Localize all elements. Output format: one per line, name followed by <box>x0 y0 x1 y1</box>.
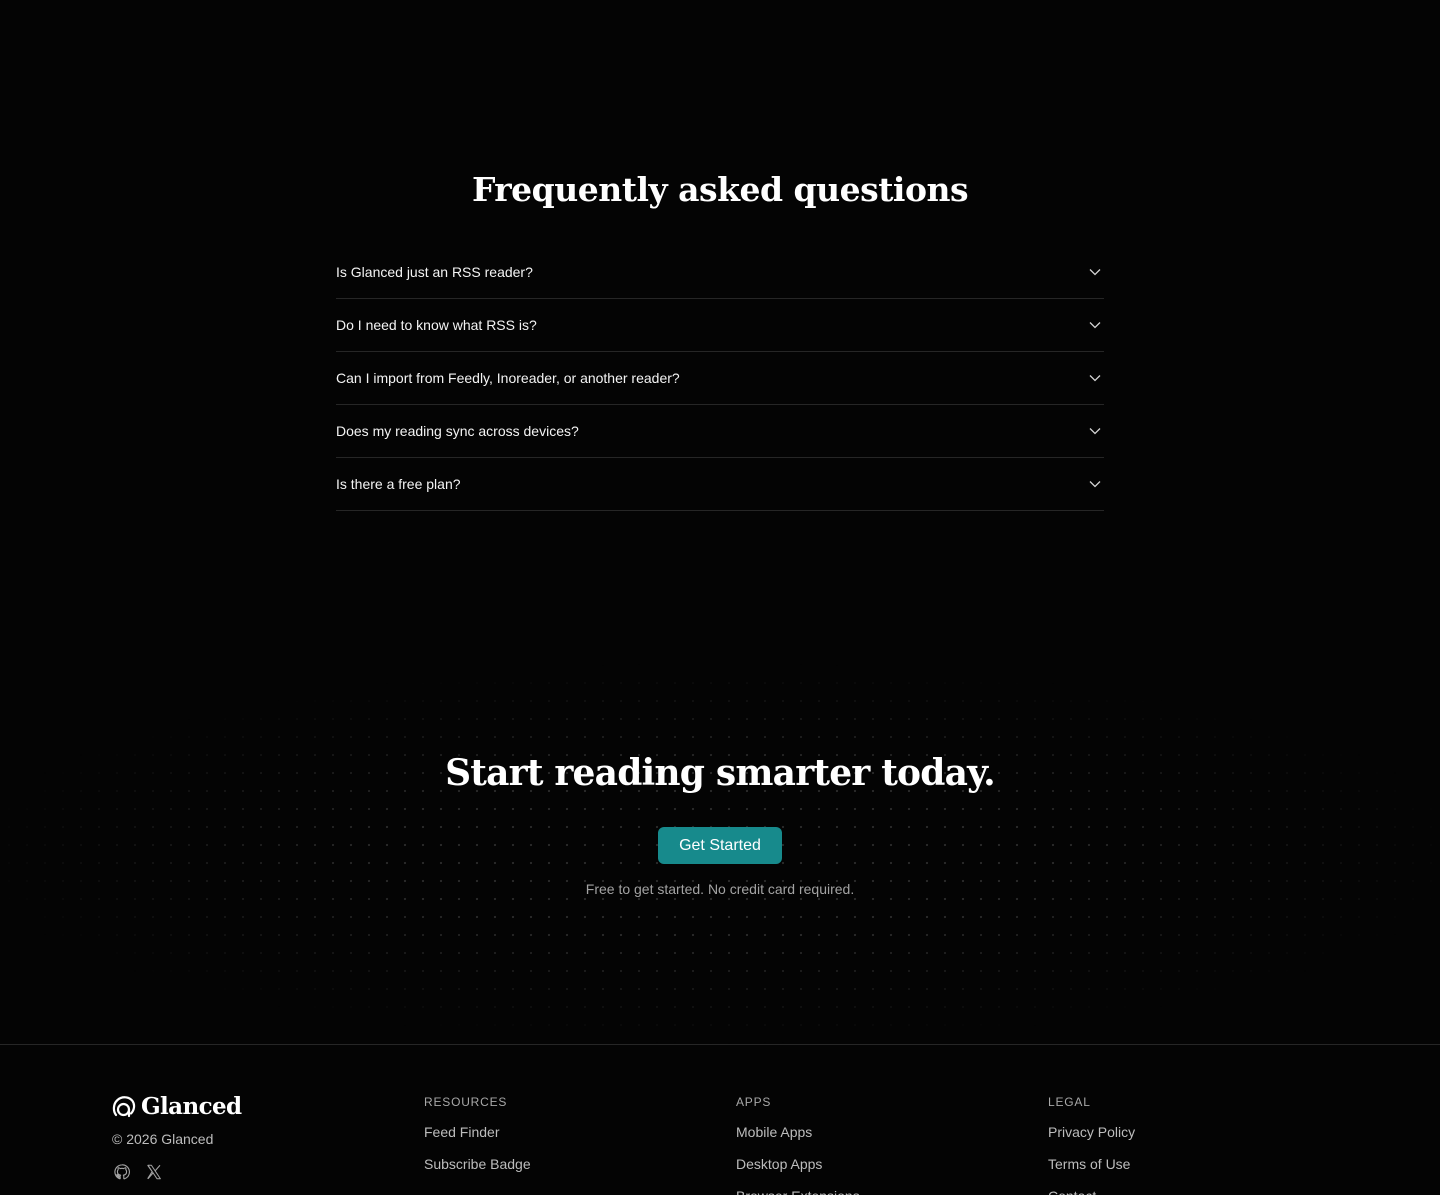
footer-column-apps: APPS Mobile Apps Desktop Apps Browser Ex… <box>736 1095 860 1195</box>
faq-item[interactable]: Does my reading sync across devices? <box>336 405 1104 458</box>
footer-link-feed-finder[interactable]: Feed Finder <box>424 1123 531 1155</box>
brand-name: Glanced <box>141 1093 242 1120</box>
footer-link-terms-of-use[interactable]: Terms of Use <box>1048 1155 1135 1187</box>
faq-question: Can I import from Feedly, Inoreader, or … <box>336 370 680 386</box>
faq-item[interactable]: Do I need to know what RSS is? <box>336 299 1104 352</box>
footer-link-privacy-policy[interactable]: Privacy Policy <box>1048 1123 1135 1155</box>
footer-column-legal: LEGAL Privacy Policy Terms of Use Contac… <box>1048 1095 1135 1195</box>
footer-link-subscribe-badge[interactable]: Subscribe Badge <box>424 1155 531 1187</box>
x-icon[interactable] <box>144 1162 164 1182</box>
chevron-down-icon[interactable] <box>1088 318 1102 332</box>
footer-brand[interactable]: Glanced <box>112 1093 242 1120</box>
faq-question: Do I need to know what RSS is? <box>336 317 537 333</box>
glanced-logo-icon <box>112 1095 136 1119</box>
column-heading: APPS <box>736 1095 772 1109</box>
footer-link-browser-extensions[interactable]: Browser Extensions <box>736 1187 860 1195</box>
column-heading: LEGAL <box>1048 1095 1091 1109</box>
chevron-down-icon[interactable] <box>1088 477 1102 491</box>
chevron-down-icon[interactable] <box>1088 424 1102 438</box>
footer-column-resources: RESOURCES Feed Finder Subscribe Badge <box>424 1095 531 1187</box>
footer-link-mobile-apps[interactable]: Mobile Apps <box>736 1123 860 1155</box>
faq-question: Is there a free plan? <box>336 476 461 492</box>
footer-link-contact[interactable]: Contact <box>1048 1187 1135 1195</box>
social-links <box>112 1162 164 1182</box>
faq-list: Is Glanced just an RSS reader? Do I need… <box>336 246 1104 511</box>
faq-title: Frequently asked questions <box>471 170 969 209</box>
footer-link-desktop-apps[interactable]: Desktop Apps <box>736 1155 860 1187</box>
faq-question: Is Glanced just an RSS reader? <box>336 264 533 280</box>
column-heading: RESOURCES <box>424 1095 508 1109</box>
get-started-button[interactable]: Get Started <box>658 827 782 864</box>
faq-item[interactable]: Is there a free plan? <box>336 458 1104 511</box>
copyright: © 2026 Glanced <box>112 1131 214 1147</box>
chevron-down-icon[interactable] <box>1088 371 1102 385</box>
faq-question: Does my reading sync across devices? <box>336 423 579 439</box>
cta-title: Start reading smarter today. <box>445 752 996 794</box>
page: Frequently asked questions Is Glanced ju… <box>0 0 1440 1195</box>
faq-item[interactable]: Is Glanced just an RSS reader? <box>336 246 1104 299</box>
cta-note: Free to get started. No credit card requ… <box>585 881 855 897</box>
chevron-down-icon[interactable] <box>1088 265 1102 279</box>
footer: Glanced © 2026 Glanced RESOURCES Feed Fi… <box>0 1044 1440 1195</box>
github-icon[interactable] <box>112 1162 132 1182</box>
faq-item[interactable]: Can I import from Feedly, Inoreader, or … <box>336 352 1104 405</box>
